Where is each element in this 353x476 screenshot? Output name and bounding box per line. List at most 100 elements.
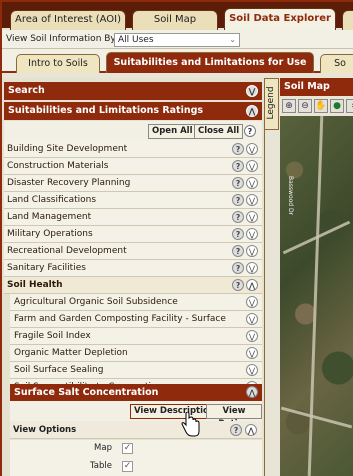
ratings-panel: Search ⋁ Suitabilities and Limitations R… xyxy=(2,78,265,476)
soil-health-item-label: Soil Surface Sealing xyxy=(14,365,104,375)
tab-soil-data-explorer[interactable]: Soil Data Explorer xyxy=(224,8,336,30)
category-label: Military Operations xyxy=(7,229,93,239)
zoom-in-icon[interactable]: ⊕ xyxy=(282,99,296,113)
soil-health-item[interactable]: Fragile Soil Index ⋁ xyxy=(10,328,262,345)
map-road-label: Basswood Dr xyxy=(287,176,294,216)
pan-hand-icon[interactable]: ✋ xyxy=(314,99,328,113)
help-icon[interactable]: ? xyxy=(232,279,244,291)
legend-label: Legend xyxy=(266,86,276,120)
category-row[interactable]: Disaster Recovery Planning? ⋁ xyxy=(4,175,262,192)
soil-map-panel: Soil Map ⊕ ⊖ ✋ ● › Basswood Dr xyxy=(280,78,353,476)
collapse-icon[interactable]: ⋀ xyxy=(246,279,258,291)
view-options-header[interactable]: View Options ? ⋀ xyxy=(10,421,262,439)
category-row[interactable]: Land Classifications? ⋁ xyxy=(4,192,262,209)
collapse-icon[interactable]: ⋀ xyxy=(246,105,258,117)
map-checkbox[interactable]: ✓ xyxy=(122,443,133,454)
tab-intro-to-soils[interactable]: Intro to Soils xyxy=(16,54,100,73)
more-tools-icon[interactable]: › xyxy=(346,99,353,113)
category-row[interactable]: Recreational Development? ⋁ xyxy=(4,243,262,260)
category-row[interactable]: Sanitary Facilities? ⋁ xyxy=(4,260,262,277)
soil-health-item[interactable]: Agricultural Organic Soil Subsidence ⋁ xyxy=(10,294,262,311)
expand-icon[interactable]: ⋁ xyxy=(246,160,258,172)
view-by-use-row: View Soil Information By Use: All Uses ⌄ xyxy=(2,30,353,49)
use-select-value: All Uses xyxy=(118,35,154,45)
map-header: Soil Map xyxy=(280,78,353,96)
soil-health-item[interactable]: Organic Matter Depletion ⋁ xyxy=(10,345,262,362)
expand-icon[interactable]: ⋁ xyxy=(246,245,258,257)
tab-soil-map[interactable]: Soil Map xyxy=(132,10,218,30)
close-all-button[interactable]: Close All xyxy=(194,124,244,139)
category-row[interactable]: Soil Health? ⋀ xyxy=(4,277,262,294)
category-label: Land Management xyxy=(7,212,92,222)
expand-icon[interactable]: ⋁ xyxy=(246,262,258,274)
expand-icon[interactable]: ⋁ xyxy=(246,347,258,359)
soil-health-item-label: Organic Matter Depletion xyxy=(14,348,128,358)
category-label: Building Site Development xyxy=(7,144,128,154)
expand-icon[interactable]: ⋁ xyxy=(246,143,258,155)
help-icon[interactable]: ? xyxy=(232,143,244,155)
help-icon[interactable]: ? xyxy=(232,245,244,257)
description-rating-row: View Description View Rating xyxy=(10,401,262,429)
expand-icon[interactable]: ⋁ xyxy=(246,296,258,308)
globe-icon[interactable]: ● xyxy=(330,99,344,113)
chevron-down-icon: ⌄ xyxy=(229,35,236,44)
category-label: Soil Health xyxy=(7,280,63,290)
help-icon[interactable]: ? xyxy=(232,160,244,172)
category-row[interactable]: Building Site Development? ⋁ xyxy=(4,141,262,158)
category-label: Construction Materials xyxy=(7,161,109,171)
view-rating-button[interactable]: View Rating xyxy=(206,404,262,429)
expand-icon[interactable]: ⋁ xyxy=(246,85,258,97)
help-icon[interactable]: ? xyxy=(232,262,244,274)
help-icon[interactable]: ? xyxy=(232,177,244,189)
expand-icon[interactable]: ⋁ xyxy=(246,211,258,223)
expand-icon[interactable]: ⋁ xyxy=(246,228,258,240)
soil-health-item[interactable]: Farm and Garden Composting Facility - Su… xyxy=(10,311,262,328)
zoom-out-icon[interactable]: ⊖ xyxy=(298,99,312,113)
map-road xyxy=(280,406,353,429)
expand-icon[interactable]: ⋁ xyxy=(246,177,258,189)
category-label: Sanitary Facilities xyxy=(7,263,86,273)
category-row[interactable]: Construction Materials? ⋁ xyxy=(4,158,262,175)
pointer-hand-icon xyxy=(181,412,200,437)
option-table-row: Table ✓ xyxy=(10,458,262,476)
ratings-header[interactable]: Suitabilities and Limitations Ratings ⋀ xyxy=(4,102,262,120)
collapse-icon[interactable]: ⋀ xyxy=(246,386,258,398)
tab-area-of-interest[interactable]: Area of Interest (AOI) xyxy=(10,10,126,30)
table-checkbox[interactable]: ✓ xyxy=(122,461,133,472)
tab-more[interactable] xyxy=(342,10,353,30)
top-tab-bar: Area of Interest (AOI) Soil Map Soil Dat… xyxy=(2,2,353,30)
secondary-tab-bar: Intro to Soils Suitabilities and Limitat… xyxy=(2,49,353,73)
soil-health-item-label: Fragile Soil Index xyxy=(14,331,91,341)
tab-suitabilities-limitations[interactable]: Suitabilities and Limitations for Use xyxy=(106,52,314,73)
help-icon[interactable]: ? xyxy=(232,228,244,240)
option-map-label: Map xyxy=(94,443,112,453)
help-icon[interactable]: ? xyxy=(244,125,256,137)
use-select[interactable]: All Uses ⌄ xyxy=(114,33,240,47)
open-close-row: Open All Close All ? xyxy=(4,121,262,141)
search-header-label: Search xyxy=(8,85,45,96)
soil-health-item[interactable]: Soil Surface Sealing ⋁ xyxy=(10,362,262,379)
expand-icon[interactable]: ⋁ xyxy=(246,330,258,342)
option-map-row: Map ✓ xyxy=(10,440,262,458)
expand-icon[interactable]: ⋁ xyxy=(246,194,258,206)
app-frame: Area of Interest (AOI) Soil Map Soil Dat… xyxy=(2,2,353,476)
search-header[interactable]: Search ⋁ xyxy=(4,82,262,100)
help-icon[interactable]: ? xyxy=(232,194,244,206)
soil-health-item-label: Farm and Garden Composting Facility - Su… xyxy=(14,314,226,324)
category-row[interactable]: Military Operations? ⋁ xyxy=(4,226,262,243)
map-road xyxy=(307,116,324,476)
expand-icon[interactable]: ⋁ xyxy=(246,313,258,325)
help-icon[interactable]: ? xyxy=(232,211,244,223)
soil-health-item-label: Agricultural Organic Soil Subsidence xyxy=(14,297,178,307)
aerial-map[interactable]: Basswood Dr xyxy=(280,116,353,476)
tab-soil-properties[interactable]: So xyxy=(320,54,353,73)
expand-icon[interactable]: ⋁ xyxy=(246,364,258,376)
surface-salt-header[interactable]: Surface Salt Concentration ⋀ xyxy=(10,384,262,401)
collapse-icon[interactable]: ⋀ xyxy=(245,424,257,436)
help-icon[interactable]: ? xyxy=(230,424,242,436)
legend-tab[interactable]: Legend xyxy=(265,78,279,130)
surface-salt-label: Surface Salt Concentration xyxy=(14,387,159,398)
open-all-button[interactable]: Open All xyxy=(148,124,197,139)
ratings-header-label: Suitabilities and Limitations Ratings xyxy=(8,105,204,116)
category-row[interactable]: Land Management? ⋁ xyxy=(4,209,262,226)
